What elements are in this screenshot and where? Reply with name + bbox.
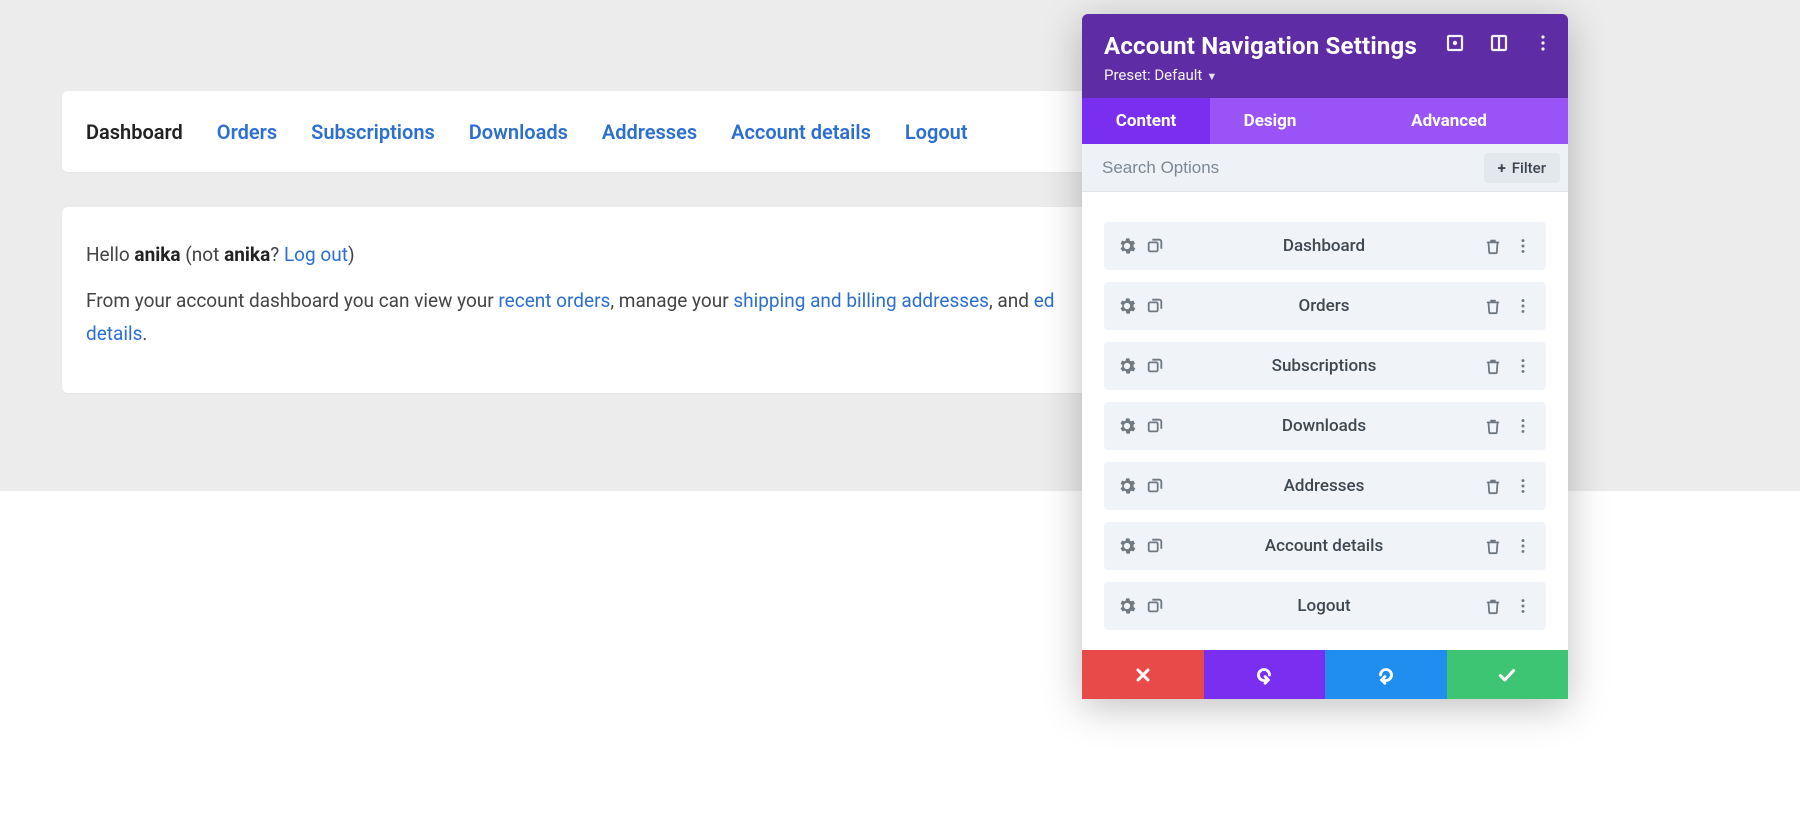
list-item-label: Account details xyxy=(1168,536,1480,556)
list-item-label: Orders xyxy=(1168,296,1480,316)
dots-vertical-icon[interactable] xyxy=(1510,473,1536,499)
greeting-close: ) xyxy=(348,243,355,266)
duplicate-icon[interactable] xyxy=(1142,233,1168,259)
list-item[interactable]: Addresses xyxy=(1104,462,1546,510)
gear-icon[interactable] xyxy=(1114,233,1140,259)
nav-item-account-details[interactable]: Account details xyxy=(731,120,871,144)
duplicate-icon[interactable] xyxy=(1142,593,1168,619)
duplicate-icon[interactable] xyxy=(1142,293,1168,319)
nav-item-subscriptions[interactable]: Subscriptions xyxy=(311,120,435,144)
dots-vertical-icon[interactable] xyxy=(1510,593,1536,619)
nav-item-orders[interactable]: Orders xyxy=(217,120,277,144)
dots-vertical-icon[interactable] xyxy=(1510,413,1536,439)
duplicate-icon[interactable] xyxy=(1142,473,1168,499)
duplicate-icon[interactable] xyxy=(1142,413,1168,439)
desc-end: . xyxy=(142,322,147,345)
trash-icon[interactable] xyxy=(1480,533,1506,559)
dots-vertical-icon[interactable] xyxy=(1510,233,1536,259)
panel-tabs: Content Design Advanced xyxy=(1082,98,1568,144)
cancel-button[interactable] xyxy=(1082,650,1204,699)
panel-footer xyxy=(1082,650,1568,699)
greeting-username2: anika xyxy=(224,243,270,266)
trash-icon[interactable] xyxy=(1480,593,1506,619)
desc-text-2: , manage your xyxy=(610,289,733,312)
dots-vertical-icon[interactable] xyxy=(1510,533,1536,559)
tab-design[interactable]: Design xyxy=(1210,98,1330,144)
nav-item-addresses[interactable]: Addresses xyxy=(602,120,697,144)
undo-button[interactable] xyxy=(1204,650,1326,699)
account-nav-preview: Dashboard Orders Subscriptions Downloads… xyxy=(62,91,1226,172)
trash-icon[interactable] xyxy=(1480,473,1506,499)
account-body-preview: Hello anika (not anika? Log out) From yo… xyxy=(62,207,1226,393)
search-input[interactable] xyxy=(1082,158,1476,178)
list-item-label: Dashboard xyxy=(1168,236,1480,256)
save-button[interactable] xyxy=(1447,650,1569,699)
dots-vertical-icon[interactable] xyxy=(1510,293,1536,319)
undo-icon xyxy=(1253,664,1275,686)
caret-down-icon: ▼ xyxy=(1206,70,1217,83)
gear-icon[interactable] xyxy=(1114,413,1140,439)
redo-button[interactable] xyxy=(1325,650,1447,699)
duplicate-icon[interactable] xyxy=(1142,353,1168,379)
panel-search-row: + Filter xyxy=(1082,144,1568,192)
list-item-label: Logout xyxy=(1168,596,1480,616)
plus-icon: + xyxy=(1498,159,1506,177)
trash-icon[interactable] xyxy=(1480,233,1506,259)
columns-icon[interactable] xyxy=(1488,32,1510,54)
nav-item-logout[interactable]: Logout xyxy=(905,120,968,144)
list-item[interactable]: Downloads xyxy=(1104,402,1546,450)
list-item[interactable]: Account details xyxy=(1104,522,1546,570)
panel-list[interactable]: Dashboard Orders Subscriptions Downloads Add… xyxy=(1082,192,1568,699)
dashboard-desc: From your account dashboard you can view… xyxy=(86,285,1202,350)
preset-selector[interactable]: Preset: Default ▼ xyxy=(1104,66,1546,84)
close-icon xyxy=(1133,665,1153,685)
list-item[interactable]: Logout xyxy=(1104,582,1546,630)
greeting-username: anika xyxy=(134,243,180,266)
greeting-not: (not xyxy=(181,243,224,266)
greeting-hello: Hello xyxy=(86,243,134,266)
gear-icon[interactable] xyxy=(1114,353,1140,379)
filter-label: Filter xyxy=(1512,159,1546,177)
settings-panel: Account Navigation Settings Preset: Defa… xyxy=(1082,14,1568,699)
dots-vertical-icon[interactable] xyxy=(1532,32,1554,54)
desc-text-1: From your account dashboard you can view… xyxy=(86,289,498,312)
preset-label: Preset: Default xyxy=(1104,66,1202,84)
dots-vertical-icon[interactable] xyxy=(1510,353,1536,379)
tab-content[interactable]: Content xyxy=(1082,98,1210,144)
details-link[interactable]: details xyxy=(86,322,142,345)
duplicate-icon[interactable] xyxy=(1142,533,1168,559)
logout-link[interactable]: Log out xyxy=(284,243,348,266)
gear-icon[interactable] xyxy=(1114,473,1140,499)
gear-icon[interactable] xyxy=(1114,293,1140,319)
list-item-label: Addresses xyxy=(1168,476,1480,496)
gear-icon[interactable] xyxy=(1114,533,1140,559)
greeting-line: Hello anika (not anika? Log out) xyxy=(86,239,1202,271)
gear-icon[interactable] xyxy=(1114,593,1140,619)
trash-icon[interactable] xyxy=(1480,353,1506,379)
filter-button[interactable]: + Filter xyxy=(1484,153,1560,183)
list-item[interactable]: Subscriptions xyxy=(1104,342,1546,390)
list-item-label: Subscriptions xyxy=(1168,356,1480,376)
list-item-label: Downloads xyxy=(1168,416,1480,436)
trash-icon[interactable] xyxy=(1480,413,1506,439)
list-item[interactable]: Dashboard xyxy=(1104,222,1546,270)
greeting-q: ? xyxy=(270,243,284,266)
nav-item-dashboard[interactable]: Dashboard xyxy=(86,120,183,144)
addresses-link[interactable]: shipping and billing addresses xyxy=(733,289,989,312)
trash-icon[interactable] xyxy=(1480,293,1506,319)
focus-icon[interactable] xyxy=(1444,32,1466,54)
tab-advanced[interactable]: Advanced xyxy=(1330,98,1568,144)
nav-item-downloads[interactable]: Downloads xyxy=(469,120,568,144)
list-item[interactable]: Orders xyxy=(1104,282,1546,330)
check-icon xyxy=(1496,664,1518,686)
edit-link-partial[interactable]: ed xyxy=(1034,289,1055,312)
desc-text-3: , and xyxy=(989,289,1034,312)
redo-icon xyxy=(1375,664,1397,686)
recent-orders-link[interactable]: recent orders xyxy=(498,289,610,312)
panel-header: Account Navigation Settings Preset: Defa… xyxy=(1082,14,1568,98)
